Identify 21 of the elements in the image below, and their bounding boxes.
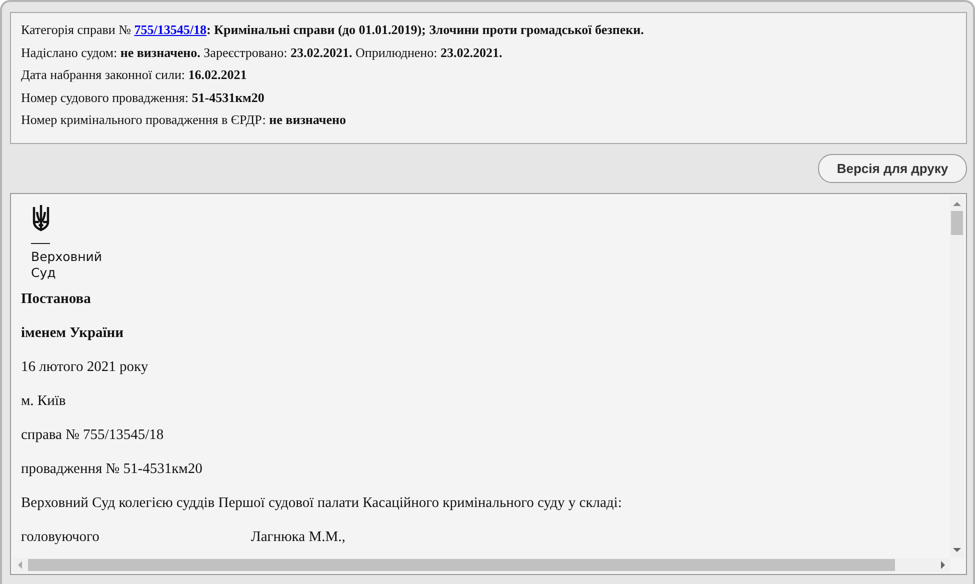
vertical-scrollbar[interactable] [950, 196, 964, 558]
case-info-text: Номер судового провадження: 51-4531км20 [21, 88, 266, 107]
case-category-text: Категорія справи № 755/13545/18: Кримінальні справи (до 01.01.2019); Злочини проти громадської безпеки. [21, 21, 645, 39]
case-info-text: Номер кримінального провадження в ЄРДР: не визначено [21, 111, 347, 129]
document-paragraph: 16 лютого 2021 року [21, 359, 150, 377]
document-paragraph: Верховний Суд колегією суддів Першої судової палати Касаційного кримінального суду у складі: [21, 495, 623, 513]
court-name-text: Верховний [31, 249, 102, 265]
trident-icon [31, 204, 51, 234]
document-heading: Постанова [21, 291, 92, 309]
case-info-text: Надіслано судом: не визначено. Зареєстровано: 23.02.2021. Оприлюднено: 23.02.2021. [21, 44, 504, 62]
court-name-text: Суд [31, 265, 56, 281]
document-paragraph: справа № 755/13545/18 [21, 427, 165, 445]
case-number-link[interactable]: 755/13545/18 [134, 22, 206, 37]
horizontal-scrollbar[interactable] [13, 558, 950, 572]
case-info-text: Дата набрання законної сили: 16.02.2021 [21, 66, 248, 84]
document-heading: іменем України [21, 325, 124, 343]
judge-name-text: Лагнюка М.М., [251, 529, 346, 547]
document-paragraph: м. Київ [21, 393, 67, 411]
print-version-button[interactable]: Версія для друку [818, 154, 967, 183]
judge-role-text: головуючого [21, 529, 100, 547]
document-paragraph: провадження № 51-4531км20 [21, 461, 204, 479]
